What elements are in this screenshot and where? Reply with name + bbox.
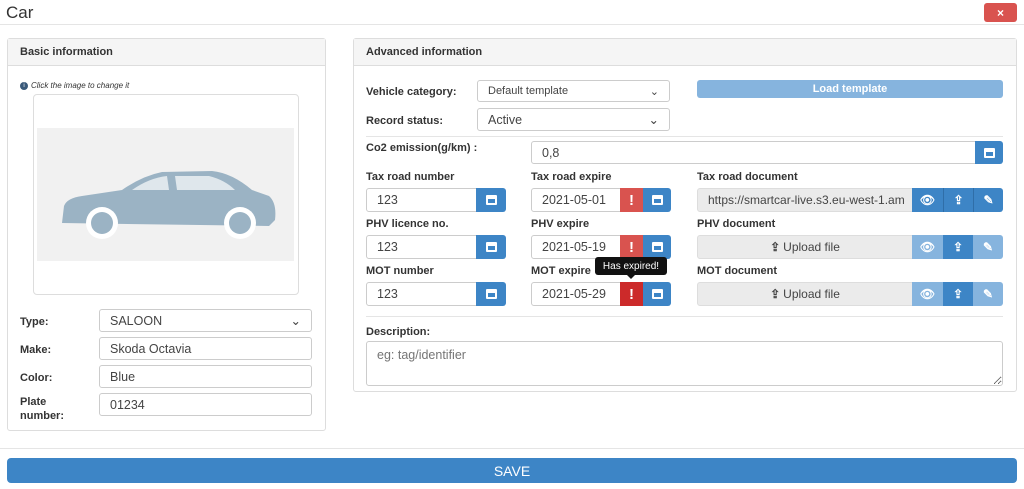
- tax-road-document-input[interactable]: https://smartcar-live.s3.eu-west-1.am: [697, 188, 913, 212]
- plate-label: Plate number:: [20, 396, 64, 422]
- eye-icon: 👁: [919, 287, 936, 301]
- phv-expire-input[interactable]: 2021-05-19: [531, 235, 621, 259]
- divider: [366, 136, 1003, 137]
- tax-road-expire-label: Tax road expire: [531, 171, 612, 183]
- upload-button[interactable]: ⇪: [943, 235, 973, 259]
- divider: [366, 316, 1003, 317]
- expired-warning-button[interactable]: !: [620, 282, 643, 306]
- vehicle-category-select[interactable]: Default template ⌄: [477, 80, 670, 102]
- divider: [0, 448, 1024, 449]
- phv-upload-file-button[interactable]: ⇪ Upload file: [697, 235, 913, 259]
- upload-icon: ⇪: [952, 240, 964, 254]
- vehicle-category-label: Vehicle category:: [366, 86, 457, 98]
- load-template-button[interactable]: Load template: [697, 80, 1003, 98]
- upload-file-label: Upload file: [783, 240, 840, 254]
- save-button[interactable]: SAVE: [7, 458, 1017, 483]
- upload-icon: ⇪: [770, 287, 781, 301]
- archive-button[interactable]: [643, 188, 671, 212]
- archive-icon: [651, 195, 663, 205]
- phv-licence-label: PHV licence no.: [366, 218, 449, 230]
- archive-button[interactable]: [643, 235, 671, 259]
- description-label: Description:: [366, 326, 431, 338]
- archive-icon: [485, 195, 497, 205]
- record-status-select[interactable]: Active ⌄: [477, 108, 670, 131]
- mot-number-input[interactable]: 123: [366, 282, 477, 306]
- archive-icon: [485, 242, 497, 252]
- info-icon: i: [20, 81, 28, 90]
- expired-warning-button[interactable]: !: [620, 235, 643, 259]
- view-button[interactable]: 👁: [912, 188, 943, 212]
- divider: [0, 24, 1024, 25]
- tax-road-number-input[interactable]: 123: [366, 188, 477, 212]
- edit-icon: ✎: [982, 240, 994, 254]
- record-status-value: Active: [488, 112, 523, 127]
- tooltip-arrow: [627, 275, 635, 279]
- mot-expire-label: MOT expire: [531, 265, 591, 277]
- upload-button[interactable]: ⇪: [943, 188, 973, 212]
- chevron-down-icon: ⌄: [290, 314, 301, 328]
- mot-expire-input[interactable]: 2021-05-29: [531, 282, 621, 306]
- upload-icon: ⇪: [952, 287, 964, 301]
- advanced-info-header: Advanced information: [354, 39, 1016, 66]
- upload-button[interactable]: ⇪: [943, 282, 973, 306]
- type-value: SALOON: [110, 313, 163, 328]
- archive-button[interactable]: [476, 188, 506, 212]
- edit-button[interactable]: ✎: [973, 188, 1003, 212]
- archive-icon: [651, 242, 663, 252]
- car-image[interactable]: [37, 128, 294, 261]
- phv-document-label: PHV document: [697, 218, 776, 230]
- image-hint: i Click the image to change it: [20, 81, 129, 90]
- plate-input[interactable]: 01234: [99, 393, 312, 416]
- eye-icon: 👁: [919, 193, 936, 207]
- edit-button[interactable]: ✎: [973, 282, 1003, 306]
- co2-input[interactable]: 0,8: [531, 141, 976, 164]
- phv-expire-label: PHV expire: [531, 218, 590, 230]
- archive-button[interactable]: [643, 282, 671, 306]
- edit-button[interactable]: ✎: [973, 235, 1003, 259]
- archive-icon: [651, 289, 663, 299]
- chevron-down-icon: ⌄: [648, 113, 659, 127]
- co2-label: Co2 emission(g/km) :: [366, 142, 478, 154]
- mot-document-label: MOT document: [697, 265, 778, 277]
- color-input[interactable]: Blue: [99, 365, 312, 388]
- basic-info-header: Basic information: [8, 39, 325, 66]
- window-title: Car: [6, 3, 34, 22]
- car-image-frame[interactable]: [33, 94, 299, 295]
- make-label: Make:: [20, 344, 52, 356]
- edit-icon: ✎: [982, 287, 994, 301]
- expired-warning-button[interactable]: !: [620, 188, 643, 212]
- mot-number-label: MOT number: [366, 265, 434, 277]
- view-button[interactable]: 👁: [912, 235, 943, 259]
- archive-button[interactable]: [476, 235, 506, 259]
- hint-text: Click the image to change it: [31, 81, 130, 90]
- tax-road-number-label: Tax road number: [366, 171, 455, 183]
- upload-icon: ⇪: [770, 240, 781, 254]
- archive-icon: [485, 289, 497, 299]
- record-status-label: Record status:: [366, 115, 444, 127]
- mot-upload-file-button[interactable]: ⇪ Upload file: [697, 282, 913, 306]
- archive-icon: [983, 147, 995, 158]
- type-label: Type:: [20, 316, 49, 328]
- tax-road-expire-input[interactable]: 2021-05-01: [531, 188, 621, 212]
- eye-icon: 👁: [919, 240, 936, 254]
- type-select[interactable]: SALOON ⌄: [99, 309, 312, 332]
- vehicle-category-value: Default template: [488, 85, 569, 97]
- view-button[interactable]: 👁: [912, 282, 943, 306]
- upload-file-label: Upload file: [783, 287, 840, 301]
- archive-button[interactable]: [476, 282, 506, 306]
- archive-button[interactable]: [975, 141, 1003, 164]
- phv-licence-input[interactable]: 123: [366, 235, 477, 259]
- car-icon: [62, 171, 276, 239]
- tax-road-document-label: Tax road document: [697, 171, 798, 183]
- description-textarea[interactable]: [366, 341, 1003, 386]
- upload-icon: ⇪: [953, 193, 964, 207]
- make-input[interactable]: Skoda Octavia: [99, 337, 312, 360]
- chevron-down-icon: ⌄: [649, 85, 659, 98]
- color-label: Color:: [20, 372, 53, 384]
- close-button[interactable]: ×: [984, 3, 1017, 22]
- edit-icon: ✎: [983, 193, 994, 207]
- expired-tooltip: Has expired!: [595, 257, 667, 275]
